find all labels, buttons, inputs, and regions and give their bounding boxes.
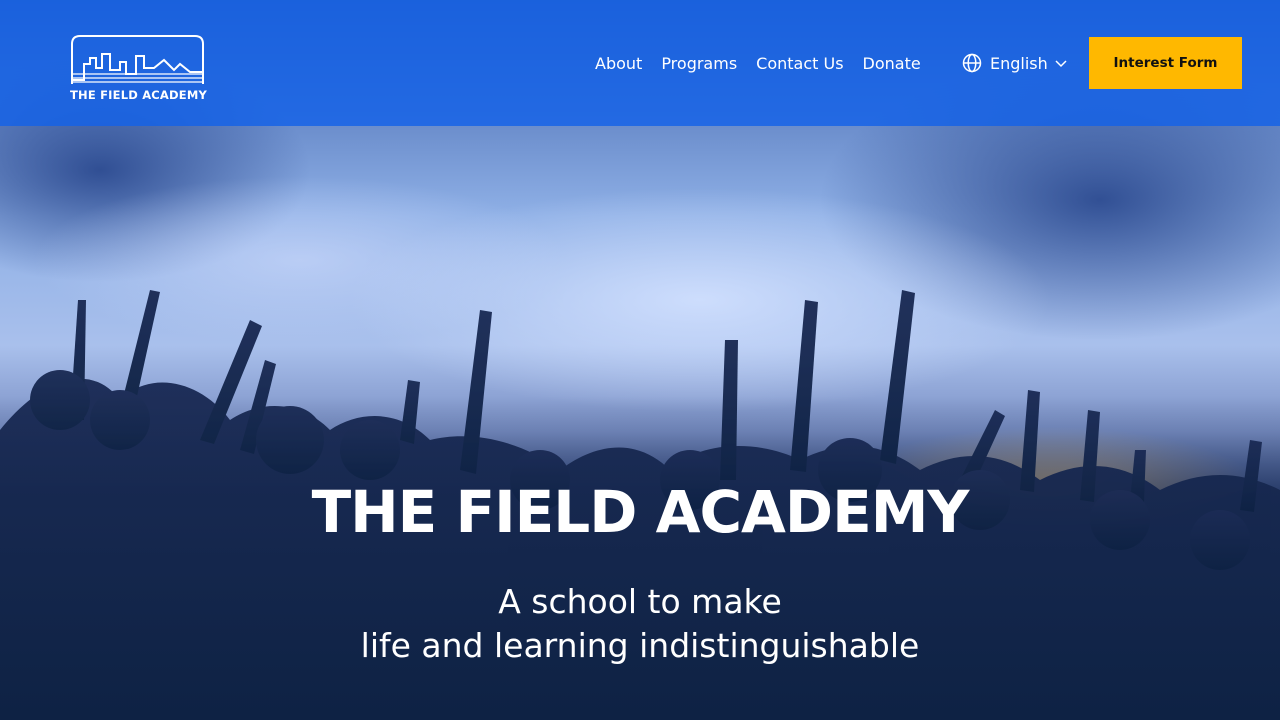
- interest-form-button[interactable]: Interest Form: [1089, 37, 1242, 89]
- chevron-down-icon: [1055, 60, 1067, 68]
- globe-icon: [962, 53, 982, 73]
- language-label: English: [990, 53, 1048, 73]
- hero-subtitle-line-1: A school to make: [498, 582, 782, 621]
- nav-contact-us[interactable]: Contact Us: [756, 54, 843, 73]
- hero-subtitle: A school to make life and learning indis…: [0, 580, 1280, 668]
- nav-donate[interactable]: Donate: [863, 54, 921, 73]
- site-header: THE FIELD ACADEMY About Programs Contact…: [0, 0, 1280, 126]
- hero-subtitle-line-2: life and learning indistinguishable: [360, 626, 920, 665]
- nav-programs[interactable]: Programs: [661, 54, 737, 73]
- language-selector[interactable]: English: [962, 50, 1068, 76]
- hero-title: THE FIELD ACADEMY: [311, 478, 970, 546]
- nav-about[interactable]: About: [595, 54, 642, 73]
- logo-text[interactable]: THE FIELD ACADEMY: [70, 88, 210, 102]
- main-nav: About Programs Contact Us Donate: [595, 50, 940, 76]
